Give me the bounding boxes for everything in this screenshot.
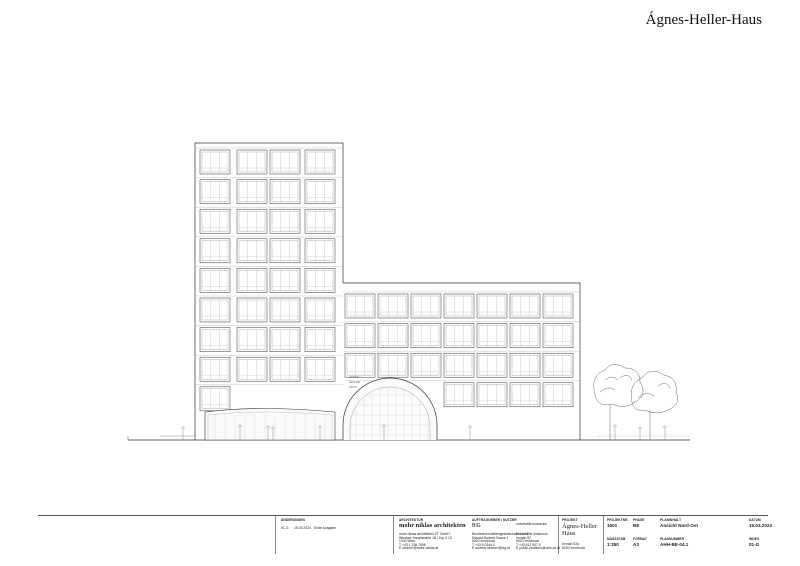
window xyxy=(199,386,231,412)
project-address: Innrain 52a 6020 Innsbruck xyxy=(562,542,586,550)
window xyxy=(236,297,268,323)
window xyxy=(236,179,268,204)
window xyxy=(476,352,508,378)
sign-line: ÁGNES xyxy=(349,375,359,379)
window xyxy=(542,352,574,378)
plan-no-label: PLANNUMMER xyxy=(660,537,685,541)
window xyxy=(304,208,336,234)
window xyxy=(269,268,301,293)
window xyxy=(199,268,231,293)
left-pavilion xyxy=(204,408,336,441)
window xyxy=(199,356,231,382)
project-name: Ágnes-Heller Haus xyxy=(562,523,598,537)
window-grid xyxy=(199,149,574,412)
changes-date: 15.03.2024 xyxy=(294,526,311,530)
project-no-value: 1601 xyxy=(607,523,618,528)
index-value: 01-G xyxy=(749,542,760,547)
index-label: INDEX xyxy=(749,537,760,541)
window xyxy=(236,268,268,293)
tree-icon xyxy=(593,364,644,440)
content-label: PLANINHALT xyxy=(660,518,682,522)
phase-value: BE xyxy=(633,523,640,528)
window xyxy=(377,293,409,319)
window xyxy=(304,327,336,352)
window xyxy=(269,297,301,323)
window xyxy=(509,323,541,348)
uni-logo: universität innsbruck xyxy=(516,522,547,526)
window xyxy=(542,323,574,348)
window xyxy=(542,382,574,408)
format-value: A3 xyxy=(633,542,639,547)
phase-label: PHASE xyxy=(633,518,645,522)
window xyxy=(269,327,301,352)
window xyxy=(476,293,508,319)
window xyxy=(199,327,231,352)
window xyxy=(199,297,231,323)
changes-index: 01-G xyxy=(281,526,289,530)
window xyxy=(443,382,475,408)
window xyxy=(304,149,336,175)
window xyxy=(236,327,268,352)
window xyxy=(199,149,231,175)
window xyxy=(304,356,336,382)
window xyxy=(344,323,376,348)
plan-no-value: AHH-BE-04.1 xyxy=(660,542,689,547)
architect-address: mohr niklas architekten ZT GmbH Wiedner … xyxy=(399,532,452,551)
date-label: DATUM xyxy=(749,518,761,522)
changes-label: ÄNDERUNGEN xyxy=(281,518,305,522)
window xyxy=(199,238,231,264)
window xyxy=(344,293,376,319)
window xyxy=(199,179,231,204)
window xyxy=(269,356,301,382)
sign-line: HAUS xyxy=(349,385,357,389)
window xyxy=(476,323,508,348)
format-label: FORMAT xyxy=(633,537,647,541)
window xyxy=(269,149,301,175)
big-logo: BIG xyxy=(472,523,481,529)
arch-entrance xyxy=(342,377,438,440)
window xyxy=(377,352,409,378)
window xyxy=(269,238,301,264)
changes-note: Erste Ausgabe xyxy=(314,526,337,530)
elevation-drawing: ÁGNES HELLER HAUS xyxy=(127,142,690,441)
uni-address: Universität Innsbruck Innrain 52 6020 In… xyxy=(516,532,560,551)
content-value: Ansicht Nord-Ost xyxy=(660,523,699,528)
window xyxy=(476,382,508,408)
window xyxy=(236,356,268,382)
window xyxy=(410,293,442,319)
window xyxy=(304,268,336,293)
project-no-label: PROJEKTNR. xyxy=(607,518,629,522)
window xyxy=(344,352,376,378)
window xyxy=(410,352,442,378)
title-block: ÄNDERUNGEN 01-G 15.03.2024 Erste Ausgabe… xyxy=(38,515,772,554)
window xyxy=(377,323,409,348)
window xyxy=(443,293,475,319)
sign-line: HELLER xyxy=(349,380,360,384)
window xyxy=(269,208,301,234)
date-value: 15.03.2024 xyxy=(749,523,772,528)
scale-label: MASSSTAB xyxy=(607,537,626,541)
window xyxy=(304,297,336,323)
scale-value: 1:250 xyxy=(607,542,619,547)
client-label: AUFTRAGGEBER / NUTZER xyxy=(472,518,517,522)
window xyxy=(236,208,268,234)
window xyxy=(236,149,268,175)
window xyxy=(443,352,475,378)
window xyxy=(304,179,336,204)
window xyxy=(509,293,541,319)
building-sign: ÁGNES HELLER HAUS xyxy=(349,375,360,389)
tree-icon xyxy=(630,370,678,440)
window xyxy=(443,323,475,348)
window xyxy=(542,293,574,319)
window xyxy=(269,179,301,204)
window xyxy=(199,208,231,234)
window xyxy=(304,238,336,264)
project-label: PROJEKT xyxy=(562,518,578,522)
window xyxy=(509,352,541,378)
window xyxy=(236,238,268,264)
window xyxy=(410,323,442,348)
window xyxy=(509,382,541,408)
architect-name: mohr niklas architekten xyxy=(399,522,466,529)
